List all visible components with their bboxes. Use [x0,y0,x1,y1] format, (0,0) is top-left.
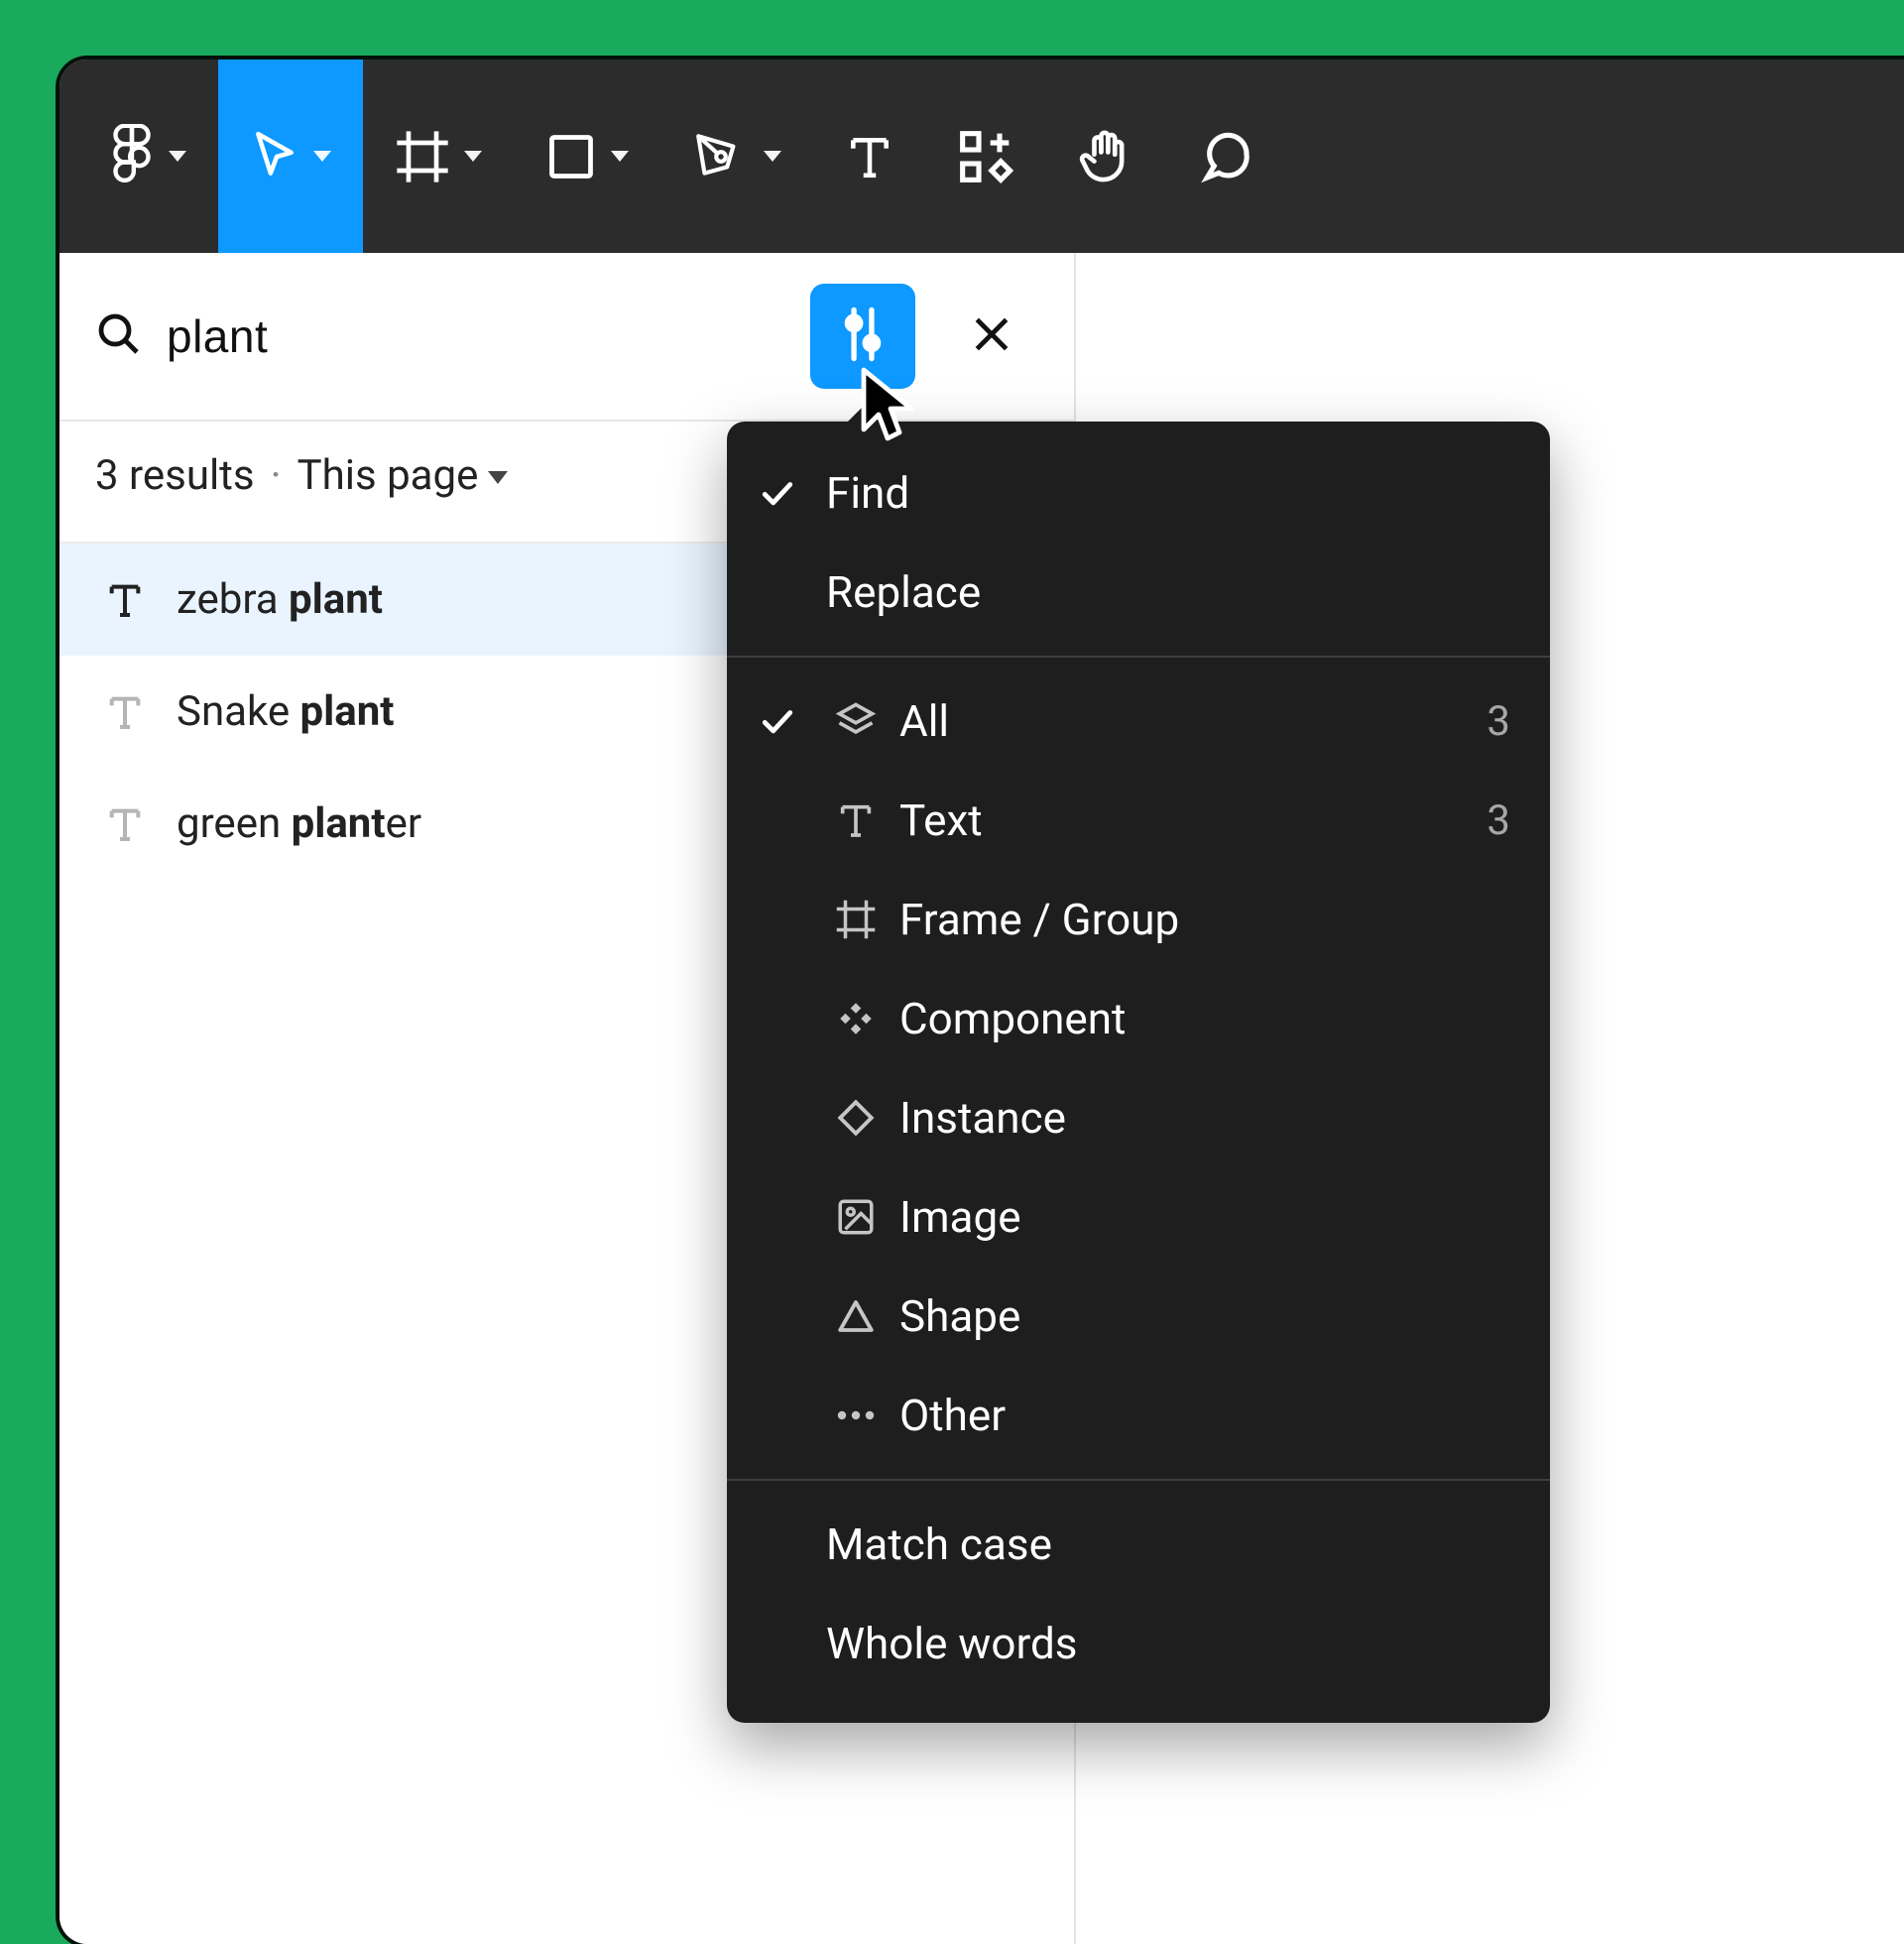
app-window: 3 results · This page [60,60,1904,1944]
text-icon [103,691,147,733]
figma-logo-icon [109,124,155,189]
resources-icon [958,129,1013,184]
chevron-down-icon [169,151,186,162]
frame-icon [812,899,899,940]
separator-dot: · [271,451,282,500]
chevron-down-icon [488,471,508,484]
check-icon [743,706,812,736]
frame-icon [395,129,450,184]
popover-mode-find[interactable]: Find [727,443,1550,543]
separator [727,656,1550,658]
check-icon [743,478,812,508]
pen-icon [692,130,750,183]
text-icon [812,799,899,841]
main-menu[interactable] [77,60,218,253]
comment-icon [1198,129,1253,184]
frame-tool[interactable] [363,60,514,253]
chevron-down-icon [611,151,629,162]
move-cursor-icon [250,130,299,183]
component-icon [812,998,899,1039]
rectangle-icon [545,131,597,182]
sliders-icon [836,305,890,367]
popover-filter-all[interactable]: All 3 [727,671,1550,771]
more-icon [812,1409,899,1421]
instance-icon [812,1097,899,1139]
resources-tool[interactable] [926,60,1045,253]
popover-mode-replace[interactable]: Replace [727,543,1550,642]
comment-tool[interactable] [1166,60,1285,253]
search-settings-popover: Find Replace All 3 Text 3 [727,422,1550,1723]
popover-filter-other[interactable]: Other [727,1366,1550,1465]
text-icon [845,131,894,182]
chevron-down-icon [764,151,781,162]
popover-option-whole-words[interactable]: Whole words [727,1594,1550,1693]
top-toolbar [60,60,1904,253]
move-tool[interactable] [218,60,363,253]
hand-tool[interactable] [1045,60,1166,253]
chevron-down-icon [313,151,331,162]
scope-label: This page [298,451,479,500]
search-row [60,253,1074,422]
text-tool[interactable] [813,60,926,253]
separator [727,1479,1550,1481]
result-text: Snake plant [177,687,395,736]
pen-tool[interactable] [660,60,813,253]
text-icon [103,803,147,845]
image-icon [812,1196,899,1238]
results-count: 3 results [95,451,255,500]
search-icon [95,310,143,362]
shape-tool[interactable] [514,60,660,253]
chevron-down-icon [464,151,482,162]
popover-filter-frame[interactable]: Frame / Group [727,870,1550,969]
popover-filter-text[interactable]: Text 3 [727,771,1550,870]
search-settings-button[interactable] [810,284,915,389]
scope-selector[interactable]: This page [298,451,509,500]
search-input[interactable] [167,309,786,363]
text-icon [103,579,147,621]
popover-filter-instance[interactable]: Instance [727,1068,1550,1167]
result-text: green planter [177,799,421,848]
popover-option-match-case[interactable]: Match case [727,1495,1550,1594]
popover-filter-shape[interactable]: Shape [727,1267,1550,1366]
close-search-button[interactable] [939,284,1044,389]
popover-filter-component[interactable]: Component [727,969,1550,1068]
hand-icon [1077,127,1134,186]
popover-filter-image[interactable]: Image [727,1167,1550,1267]
close-icon [970,312,1013,360]
layers-icon [812,699,899,743]
shape-icon [812,1295,899,1337]
result-text: zebra plant [177,575,383,624]
